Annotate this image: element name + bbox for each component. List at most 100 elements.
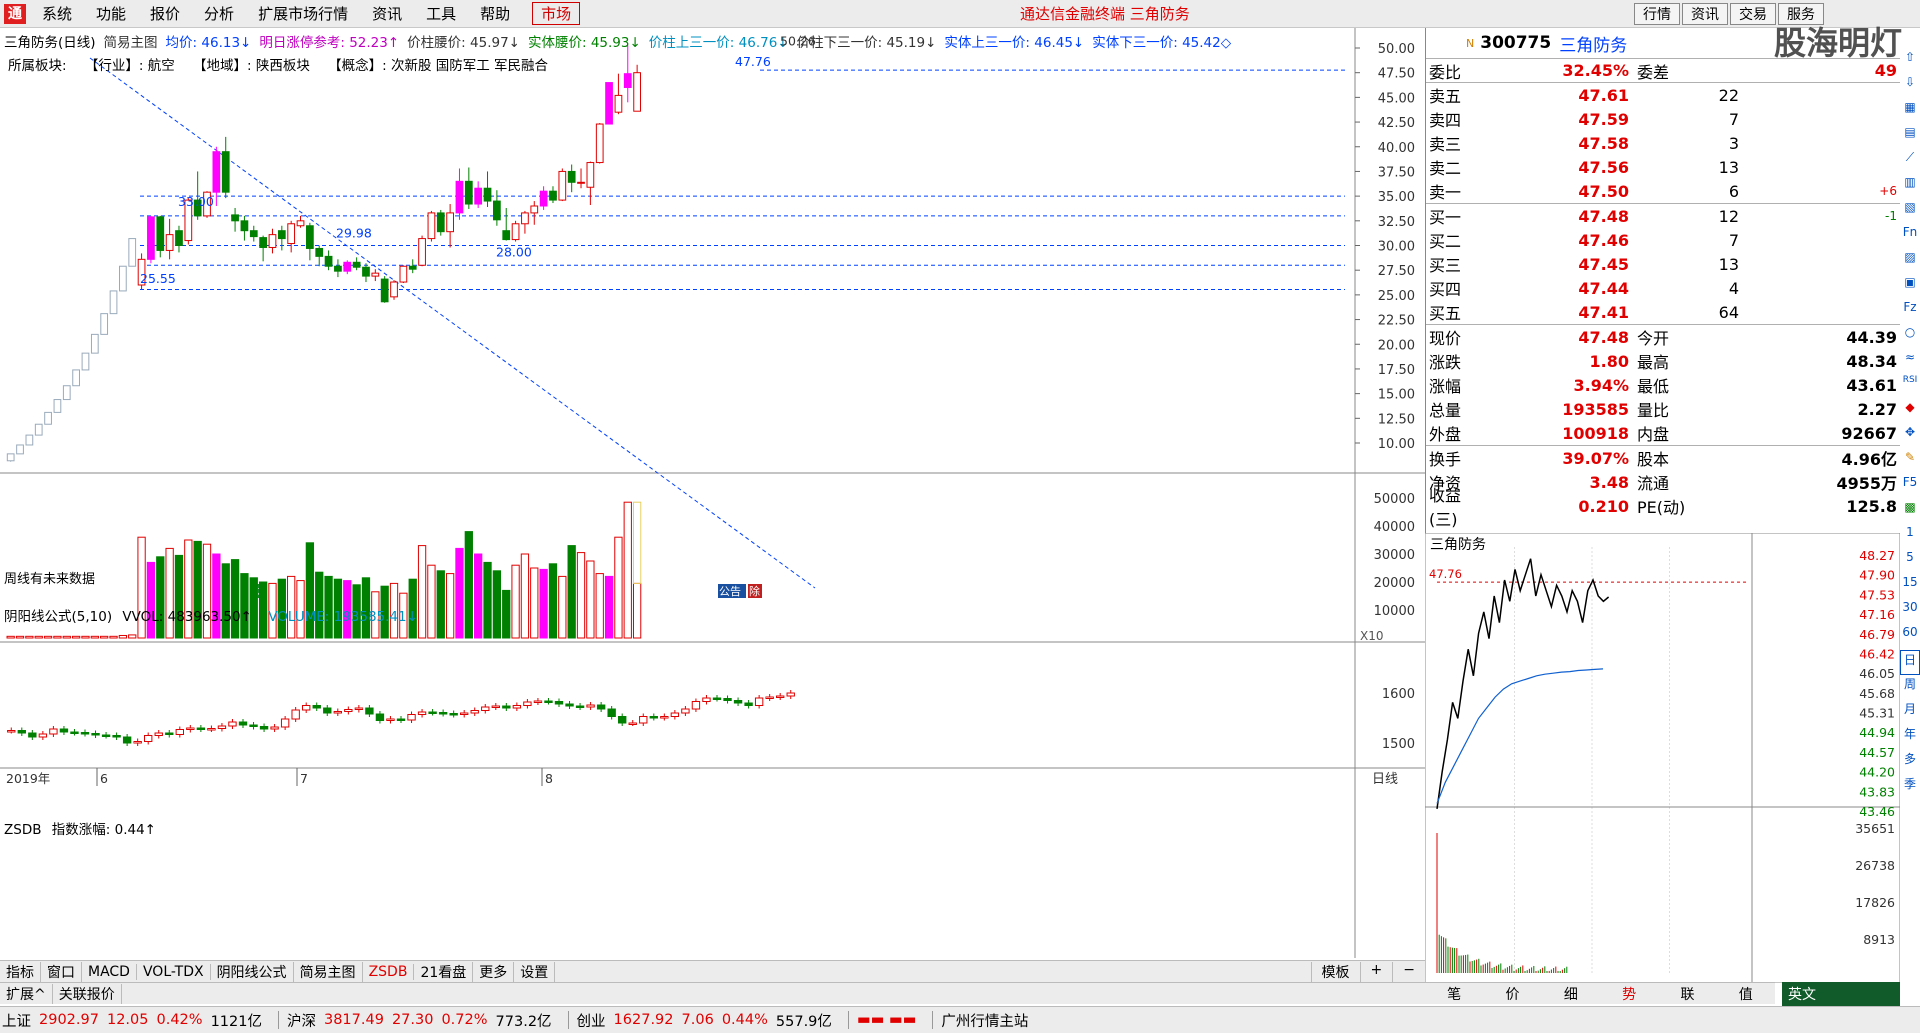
- tab-zsdb[interactable]: ZSDB: [363, 963, 415, 980]
- cy-label[interactable]: 创业: [577, 1010, 606, 1031]
- period-60[interactable]: 60: [1900, 625, 1920, 650]
- tab-detail[interactable]: 细: [1542, 984, 1600, 1004]
- future-data-note: 周线有未来数据: [4, 572, 96, 587]
- chart-icon[interactable]: ▦: [1900, 100, 1920, 125]
- news-icon[interactable]: ▣: [1900, 275, 1920, 300]
- sh-label[interactable]: 上证: [2, 1010, 31, 1031]
- ask-row[interactable]: 卖四 47.59 7: [1426, 107, 1900, 131]
- table-icon[interactable]: ▤: [1900, 125, 1920, 150]
- image-icon[interactable]: ▩: [1900, 500, 1920, 525]
- tab-more[interactable]: 更多: [473, 961, 515, 982]
- period-year[interactable]: 年: [1900, 725, 1920, 750]
- bid-row[interactable]: 买四 47.44 4: [1426, 276, 1900, 300]
- add-button[interactable]: +: [1359, 961, 1393, 982]
- period-day[interactable]: 日: [1900, 650, 1920, 675]
- hs-label[interactable]: 沪深: [287, 1010, 316, 1031]
- ask-row[interactable]: 卖二 47.56 13: [1426, 155, 1900, 179]
- app-logo-icon[interactable]: 通: [4, 3, 26, 24]
- tab-related[interactable]: 联: [1658, 984, 1716, 1004]
- volume-bar: [558, 575, 567, 639]
- candle-icon[interactable]: ▥: [1900, 175, 1920, 200]
- volume-formula-name[interactable]: 阴阳线公式(5,10): [4, 609, 112, 625]
- period-label: 日线: [1372, 772, 1398, 787]
- bid-row[interactable]: 买一 47.48 12 -1: [1426, 204, 1900, 228]
- tab-yinyang[interactable]: 阴阳线公式: [211, 961, 294, 982]
- remove-button[interactable]: −: [1392, 961, 1425, 982]
- candle-body: [455, 180, 464, 214]
- fund-icon[interactable]: Fn: [1900, 225, 1920, 250]
- ask-row[interactable]: 卖一 47.50 6 +6: [1426, 179, 1900, 203]
- index-body: [70, 731, 79, 734]
- period-30[interactable]: 30: [1900, 600, 1920, 625]
- index-indicator-name[interactable]: ZSDB: [4, 822, 41, 838]
- price-annotation: 25.55: [140, 271, 176, 286]
- index-body: [438, 712, 448, 715]
- pen-icon[interactable]: ✎: [1900, 450, 1920, 475]
- period-5[interactable]: 5: [1900, 550, 1920, 575]
- f10-icon[interactable]: Fz: [1900, 300, 1920, 325]
- ask-row[interactable]: 卖三 47.58 3: [1426, 131, 1900, 155]
- detail-value: 193585: [1562, 399, 1629, 419]
- period-month[interactable]: 月: [1900, 700, 1920, 725]
- intraday-chart[interactable]: 48.27 47.90 47.53 47.16 46.79 46.42 46.05 45.68…: [1425, 533, 1900, 983]
- tab-extend[interactable]: 扩展^: [0, 983, 53, 1004]
- bid-row[interactable]: 买五 47.41 64: [1426, 300, 1900, 324]
- volume-panel-header: 阴阳线公式(5,10) VVOL: 483963.50↑ VOLUME: 193…: [4, 605, 418, 625]
- period-quarter[interactable]: 季: [1900, 775, 1920, 800]
- grid-icon[interactable]: ▧: [1900, 200, 1920, 225]
- period-week[interactable]: 周: [1900, 675, 1920, 700]
- detail-list: 现价 47.48 今开 44.39 涨跌 1.80 最高 48.34 涨幅 3.94% 最低 43.6…: [1426, 324, 1900, 445]
- price-tick-label: 20.00: [1378, 338, 1415, 353]
- candle-body: [268, 234, 277, 248]
- move-icon[interactable]: ✥: [1900, 425, 1920, 450]
- menu-item-system[interactable]: 系统: [30, 3, 84, 24]
- menu-item-function[interactable]: 功能: [84, 3, 138, 24]
- volume-bar: [464, 531, 473, 639]
- wave-icon[interactable]: ≈: [1900, 350, 1920, 375]
- candle-body: [558, 170, 567, 201]
- circle-icon[interactable]: ○: [1900, 325, 1920, 350]
- market-button[interactable]: 市场: [532, 2, 581, 25]
- tab-21[interactable]: 21看盘: [414, 961, 474, 982]
- tab-value[interactable]: 值: [1717, 984, 1775, 1004]
- tab-macd[interactable]: MACD: [82, 963, 137, 980]
- tab-vol-tdx[interactable]: VOL-TDX: [137, 963, 211, 980]
- candle-body: [390, 281, 398, 298]
- line-icon[interactable]: ⟋: [1900, 150, 1920, 175]
- tab-window[interactable]: 窗口: [41, 961, 82, 982]
- menu-item-analysis[interactable]: 分析: [192, 3, 246, 24]
- ask-row[interactable]: 卖五 47.61 22: [1426, 83, 1900, 107]
- period-1[interactable]: 1: [1900, 525, 1920, 550]
- up-arrow-icon[interactable]: ⇧: [1900, 50, 1920, 75]
- index-body: [207, 728, 216, 731]
- tab-bi[interactable]: 笔: [1425, 984, 1483, 1004]
- trade-button[interactable]: 交易: [1730, 2, 1776, 25]
- down-arrow-icon[interactable]: ⇩: [1900, 75, 1920, 100]
- tab-related-quote[interactable]: 关联报价: [53, 983, 122, 1004]
- tab-simple-main[interactable]: 简易主图: [294, 961, 363, 982]
- bid-row[interactable]: 买二 47.46 7: [1426, 228, 1900, 252]
- server-name[interactable]: 广州行情主站: [941, 1010, 1028, 1031]
- f5-icon[interactable]: F5: [1900, 475, 1920, 500]
- news-button[interactable]: 资讯: [1682, 2, 1728, 25]
- finance-icon[interactable]: ▨: [1900, 250, 1920, 275]
- menu-item-news[interactable]: 资讯: [360, 3, 414, 24]
- rsi-icon[interactable]: RSI: [1900, 375, 1920, 400]
- volume-bar: [128, 634, 137, 639]
- tab-indicator[interactable]: 指标: [0, 961, 41, 982]
- tab-settings[interactable]: 设置: [514, 961, 556, 982]
- red-tag-icon[interactable]: ◆: [1900, 400, 1920, 425]
- quote-button[interactable]: 行情: [1634, 2, 1680, 25]
- menu-item-quote[interactable]: 报价: [138, 3, 192, 24]
- bid-row[interactable]: 买三 47.45 13: [1426, 252, 1900, 276]
- menu-item-help[interactable]: 帮助: [468, 3, 522, 24]
- tab-price[interactable]: 价: [1483, 984, 1541, 1004]
- period-multi[interactable]: 多: [1900, 750, 1920, 775]
- menu-item-ext-market[interactable]: 扩展市场行情: [246, 3, 360, 24]
- chart-area[interactable]: 47.7650.2633.0029.9828.0025.55财 公告除 50.00…: [0, 28, 1425, 958]
- bid-volume: 4: [1728, 278, 1739, 298]
- period-15[interactable]: 15: [1900, 575, 1920, 600]
- template-button[interactable]: 模板: [1310, 961, 1360, 982]
- tab-trend[interactable]: 势: [1600, 984, 1658, 1004]
- menu-item-tools[interactable]: 工具: [414, 3, 468, 24]
